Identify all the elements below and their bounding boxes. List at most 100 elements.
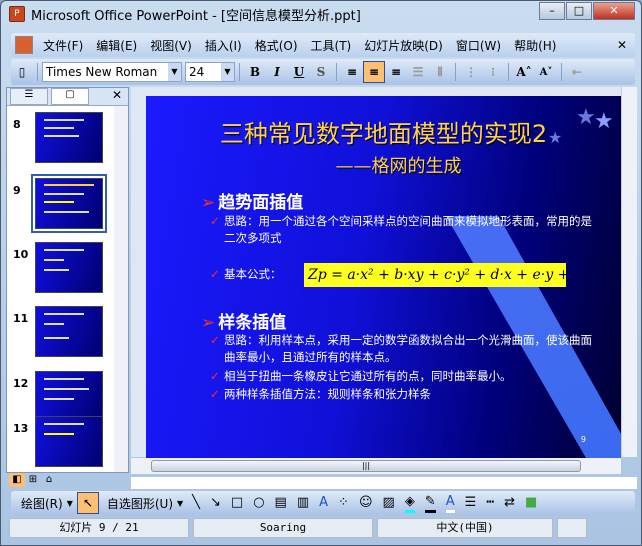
outline-tab[interactable]: ☰	[10, 88, 48, 105]
clipart-icon[interactable]: ☺	[359, 495, 373, 511]
italic-button[interactable]: I	[266, 61, 288, 83]
slideshow-view-icon[interactable]: ⌂	[41, 473, 57, 487]
textbox-icon[interactable]: ▤	[275, 495, 287, 511]
arrow-style-icon[interactable]: ⇄	[504, 495, 515, 511]
bullet-text: 思路：利用样本点，采用一定的数学函数拟合出一个光滑曲面，使该曲面曲率最小，且通过…	[224, 333, 592, 364]
page-number: 9	[580, 435, 586, 444]
vertical-scrollbar[interactable]	[621, 87, 637, 457]
align-center-icon[interactable]: ≡	[363, 61, 385, 83]
sorter-view-icon[interactable]: ⊞	[25, 473, 41, 487]
dash-style-icon[interactable]: ┅	[486, 495, 494, 511]
distribute-icon[interactable]: ☰	[407, 61, 429, 83]
bullet-text: 相当于扭曲一条橡皮让它通过所有的点，同时曲率最小。	[224, 369, 512, 383]
slide-number: 9	[13, 184, 21, 197]
notes-pane[interactable]	[131, 477, 637, 489]
bullet-text: 基本公式：	[224, 267, 282, 281]
menu-edit[interactable]: 编辑(E)	[96, 37, 137, 54]
check-icon: ✓	[210, 369, 220, 383]
slide-thumbnail[interactable]: 11	[7, 306, 115, 361]
picture-icon[interactable]: ▨	[383, 495, 395, 511]
line-style-icon[interactable]: ☰	[465, 495, 477, 511]
slide-number: 10	[13, 248, 29, 261]
new-document-icon[interactable]: ▯	[11, 61, 33, 83]
rectangle-icon[interactable]: □	[231, 495, 243, 511]
bullet-text: 思路：用一个通过各个空间采样点的空间曲面来模拟地形表面，常用的是二次多项式	[224, 214, 592, 245]
separator	[455, 63, 456, 81]
arrow-icon[interactable]: ↘	[210, 495, 221, 511]
separator	[336, 63, 337, 81]
arrow-bullet-icon: ➢	[201, 313, 216, 333]
font-select[interactable]: Times New Roman ▼	[42, 62, 182, 82]
decrease-font-icon[interactable]: A˅	[535, 61, 557, 83]
slides-pane: ☰ ▢ ✕ 8 9 10 11 12 13	[6, 87, 129, 473]
check-icon: ✓	[210, 333, 220, 347]
increase-font-icon[interactable]: A˄	[513, 61, 535, 83]
slide-thumbnail[interactable]: 10	[7, 242, 115, 297]
vertical-textbox-icon[interactable]: ▥	[297, 495, 309, 511]
heading-text: 样条插值	[218, 313, 287, 333]
scroll-thumb[interactable]: |||	[151, 460, 581, 472]
arrow-bullet-icon: ➢	[201, 193, 216, 213]
vertical-text-icon[interactable]: ⫴	[429, 61, 451, 83]
menu-tools[interactable]: 工具(T)	[311, 37, 352, 54]
slides-tab[interactable]: ▢	[51, 88, 89, 105]
thumbnail-scrollbar[interactable]	[114, 106, 128, 472]
menu-format[interactable]: 格式(O)	[255, 37, 298, 54]
autoshapes-menu[interactable]: 自选图形(U)	[107, 495, 173, 512]
slide-canvas[interactable]: ★ ★ ★ 三种常见数字地面模型的实现2 ——格网的生成 ➢ 趋势面插值 ✓ 思路：…	[146, 96, 621, 458]
chevron-down-icon[interactable]: ▼	[168, 63, 181, 81]
font-color-icon[interactable]: A	[445, 494, 455, 513]
window-title: Microsoft Office PowerPoint - [空间信息模型分析.…	[31, 8, 361, 24]
shadow-style-icon[interactable]: ■	[525, 495, 537, 511]
align-left-icon[interactable]: ≡	[341, 61, 363, 83]
line-icon[interactable]: ╲	[192, 495, 200, 511]
slide-thumbnail[interactable]: 9	[7, 174, 115, 233]
bullet: ✓ 两种样条插值方法：规则样条和张力样条	[210, 386, 594, 403]
oval-icon[interactable]: ○	[253, 495, 264, 511]
menu-help[interactable]: 帮助(H)	[514, 37, 556, 54]
slide-thumbnail[interactable]: 8	[7, 112, 115, 167]
shadow-button[interactable]: S	[310, 61, 332, 83]
numbering-icon[interactable]: ⋮	[460, 61, 482, 83]
title-bar: P Microsoft Office PowerPoint - [空间信息模型分…	[1, 1, 641, 27]
diagram-icon[interactable]: ⁘	[338, 495, 349, 511]
close-pane-icon[interactable]: ✕	[112, 88, 122, 105]
separator	[37, 63, 38, 81]
font-value: Times New Roman	[46, 65, 158, 79]
fill-color-icon[interactable]: ◈	[404, 494, 415, 513]
check-icon: ✓	[210, 387, 220, 401]
slide-subtitle: ——格网的生成	[335, 156, 462, 177]
bullet: ✓ 思路：用一个通过各个空间采样点的空间曲面来模拟地形表面，常用的是二次多项式	[210, 213, 594, 247]
close-document-icon[interactable]: ✕	[617, 38, 627, 52]
select-arrow-icon[interactable]: ↖	[76, 492, 99, 514]
normal-view-icon[interactable]: ◧	[9, 473, 25, 487]
horizontal-scrollbar[interactable]: |||	[131, 458, 621, 474]
bullet: ✓ 相当于扭曲一条橡皮让它通过所有的点，同时曲率最小。	[210, 368, 594, 385]
separator	[508, 63, 509, 81]
check-icon: ✓	[210, 214, 220, 228]
document-icon	[15, 36, 33, 54]
menu-window[interactable]: 窗口(W)	[456, 37, 501, 54]
menu-file[interactable]: 文件(F)	[43, 37, 83, 54]
wordart-icon[interactable]: A	[319, 495, 328, 511]
font-size-select[interactable]: 24 ▼	[185, 62, 235, 82]
menu-insert[interactable]: 插入(I)	[205, 37, 242, 54]
slide-thumbnail[interactable]: 13	[7, 416, 115, 467]
slide-title: 三种常见数字地面模型的实现2	[219, 120, 548, 148]
powerpoint-icon: P	[9, 6, 25, 22]
menu-slideshow[interactable]: 幻灯片放映(D)	[364, 37, 443, 54]
maximize-button[interactable]: □	[566, 2, 592, 20]
chevron-down-icon[interactable]: ▼	[221, 63, 234, 81]
align-right-icon[interactable]: ≡	[385, 61, 407, 83]
line-color-icon[interactable]: ✎	[424, 494, 436, 513]
bold-button[interactable]: B	[244, 61, 266, 83]
drawing-toolbar: 绘图(R) ▼ ↖ 自选图形(U) ▼ ╲ ↘ □ ○ ▤ ▥ A ⁘ ☺ ▨ ◈ …	[11, 491, 635, 515]
minimize-button[interactable]: –	[539, 2, 565, 20]
slide-number: 8	[13, 118, 21, 131]
underline-button[interactable]: U	[288, 61, 310, 83]
bullets-icon[interactable]: ⁝	[482, 61, 504, 83]
close-button[interactable]: ✕	[593, 2, 635, 20]
draw-menu[interactable]: 绘图(R)	[21, 495, 63, 512]
menu-view[interactable]: 视图(V)	[150, 37, 192, 54]
decrease-indent-icon[interactable]: ⇤	[566, 61, 588, 83]
